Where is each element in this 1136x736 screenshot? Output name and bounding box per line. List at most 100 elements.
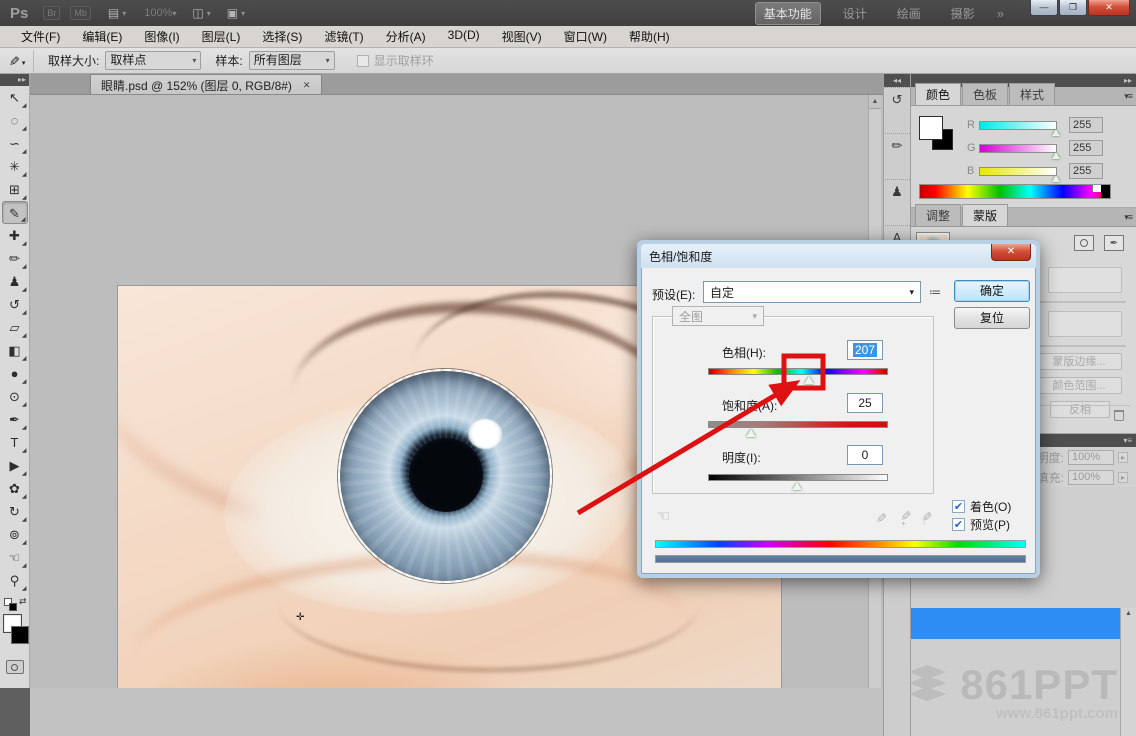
foreground-background-swatches[interactable] — [0, 614, 29, 654]
slider-marker-icon[interactable] — [1052, 128, 1060, 136]
marquee-tool[interactable]: ◌ ◢ — [2, 109, 28, 132]
blur-tool[interactable]: ● ◢ — [2, 362, 28, 385]
workspace-button-摄影[interactable]: 摄影 — [943, 3, 983, 24]
hand-tool[interactable]: ☜ ◢ — [2, 546, 28, 569]
show-sampling-ring-checkbox[interactable]: 显示取样环 — [356, 52, 434, 69]
collapse-strip-header[interactable]: ◂◂ — [884, 74, 910, 87]
default-swap-colors-control[interactable]: ⇄ — [4, 596, 29, 612]
mini-bridge-button[interactable]: Mb — [70, 6, 91, 20]
mask-panel-button[interactable]: 反相 — [1050, 401, 1110, 418]
document-tab[interactable]: 眼睛.psd @ 152% (图层 0, RGB/8#) ✕ — [90, 74, 323, 94]
rgb-gradient-slider[interactable] — [979, 120, 1060, 136]
layers-scrollbar[interactable]: ▲ — [1120, 608, 1136, 736]
dialog-title[interactable]: 色相/饱和度 — [641, 244, 1036, 268]
fill-arrow-icon[interactable]: ▸ — [1117, 471, 1128, 483]
colorize-checkbox[interactable]: ✔ 着色(O) — [952, 498, 1011, 515]
add-pixel-mask-icon[interactable] — [1074, 235, 1094, 251]
on-image-adjustment-icon[interactable]: ☜ — [656, 506, 670, 526]
color-spectrum-ramp[interactable] — [919, 184, 1111, 199]
quick-selection-tool[interactable]: ✳ ◢ — [2, 155, 28, 178]
dodge-tool[interactable]: ⊙ ◢ — [2, 385, 28, 408]
dialog-close-button[interactable]: ✕ — [991, 244, 1031, 261]
eyedropper-tool[interactable]: ✎ ◢ — [1, 201, 28, 224]
hue-slider[interactable] — [708, 368, 888, 375]
sample-eyedropper-icon[interactable]: ✎ — [872, 513, 888, 524]
hue-value-field[interactable]: 207 — [847, 340, 883, 360]
ok-button[interactable]: 确定 — [954, 280, 1030, 302]
tab-样式[interactable]: 样式 — [1009, 83, 1056, 105]
zoom-level-control[interactable]: 100% — [144, 7, 172, 19]
preview-checkbox[interactable]: ✔ 预览(P) — [952, 516, 1010, 533]
menu-item[interactable]: 文件(F) — [10, 26, 71, 47]
brush-tool[interactable]: ✏ ◢ — [2, 247, 28, 270]
gradient-tool[interactable]: ◧ ◢ — [2, 339, 28, 362]
tab-色板[interactable]: 色板 — [962, 83, 1009, 105]
scroll-up-arrow-icon[interactable]: ▲ — [869, 95, 881, 109]
tab-close-icon[interactable]: ✕ — [300, 79, 314, 92]
saturation-slider[interactable] — [708, 421, 888, 428]
rgb-value-field[interactable]: 255 — [1069, 140, 1103, 156]
menu-item[interactable]: 图层(L) — [191, 26, 252, 47]
rgb-gradient-slider[interactable] — [979, 143, 1060, 159]
type-tool[interactable]: T ◢ — [2, 431, 28, 454]
lasso-tool[interactable]: ∽ ◢ — [2, 132, 28, 155]
eraser-tool[interactable]: ▱ ◢ — [2, 316, 28, 339]
quick-mask-button[interactable] — [5, 660, 24, 674]
history-brush-tool[interactable]: ↺ ◢ — [2, 293, 28, 316]
sample-size-dropdown[interactable]: 取样点 ▾ — [105, 51, 202, 70]
mask-panel-button[interactable]: 蒙版边缘... — [1036, 353, 1122, 370]
menu-item[interactable]: 帮助(H) — [618, 26, 681, 47]
opacity-value-field[interactable]: 100% — [1067, 449, 1114, 465]
more-workspaces-chevron[interactable]: » — [997, 6, 1004, 21]
menu-item[interactable]: 编辑(E) — [71, 26, 133, 47]
menu-item[interactable]: 视图(V) — [491, 26, 553, 47]
panel-menu-icon[interactable]: ▾≡ — [1124, 91, 1133, 102]
restore-button[interactable]: ❐ — [1059, 0, 1087, 16]
lightness-value-field[interactable]: 0 — [847, 445, 883, 465]
menu-item[interactable]: 选择(S) — [251, 26, 313, 47]
lightness-slider-marker-icon[interactable] — [792, 482, 802, 490]
rgb-value-field[interactable]: 255 — [1069, 163, 1103, 179]
3d-orbit-tool[interactable]: ⊚ ◢ — [2, 523, 28, 546]
add-sample-eyedropper-icon[interactable]: ✎+ — [897, 510, 913, 526]
hue-slider-marker-icon[interactable] — [804, 376, 814, 384]
reset-button[interactable]: 复位 — [954, 307, 1030, 329]
add-vector-mask-icon[interactable]: ✒ — [1104, 235, 1124, 251]
clone-stamp-tool[interactable]: ♟ ◢ — [2, 270, 28, 293]
channel-dropdown[interactable]: 全图 ▾ — [672, 306, 764, 326]
workspace-button-基本功能[interactable]: 基本功能 — [754, 1, 821, 25]
subtract-sample-eyedropper-icon[interactable]: ✎- — [918, 511, 934, 525]
selected-layer-row[interactable] — [911, 608, 1121, 639]
tools-panel-collapse[interactable]: ▸▸ — [0, 74, 29, 86]
3d-rotate-tool[interactable]: ↻ ◢ — [2, 500, 28, 523]
saturation-slider-marker-icon[interactable] — [746, 429, 756, 437]
healing-brush-tool[interactable]: ✚ ◢ — [2, 224, 28, 247]
minimize-button[interactable]: — — [1030, 0, 1058, 16]
crop-tool[interactable]: ⊞ ◢ — [2, 178, 28, 201]
eyedropper-tool-icon[interactable]: ✎ ▾ — [0, 49, 34, 72]
panel-menu-icon[interactable]: ▾≡ — [1124, 212, 1133, 223]
menu-item[interactable]: 3D(D) — [437, 26, 491, 47]
mask-panel-button[interactable]: 颜色范围... — [1036, 377, 1122, 394]
brush-presets-panel-icon[interactable]: ✏ — [884, 133, 910, 157]
zoom-tool[interactable]: ⚲ ◢ — [2, 569, 28, 592]
workspace-button-绘画[interactable]: 绘画 — [889, 3, 929, 24]
menu-item[interactable]: 图像(I) — [133, 26, 190, 47]
menu-item[interactable]: 分析(A) — [375, 26, 437, 47]
workspace-button-设计[interactable]: 设计 — [835, 3, 875, 24]
preset-options-icon[interactable]: ≔ — [929, 285, 941, 299]
close-button[interactable]: ✕ — [1088, 0, 1130, 16]
bridge-button[interactable]: Br — [43, 6, 61, 20]
path-selection-tool[interactable]: ▶ ◢ — [2, 454, 28, 477]
sample-layers-dropdown[interactable]: 所有图层 ▾ — [248, 51, 335, 70]
slider-marker-icon[interactable] — [1052, 151, 1060, 159]
move-tool[interactable]: ↖ ◢ — [2, 86, 28, 109]
preset-dropdown[interactable]: 自定 ▾ — [703, 281, 921, 303]
slider-marker-icon[interactable] — [1052, 174, 1060, 182]
delete-mask-trash-icon[interactable] — [1114, 410, 1124, 421]
pen-tool[interactable]: ✒ ◢ — [2, 408, 28, 431]
arrange-documents-icon[interactable]: ◫ — [192, 6, 203, 20]
background-color-swatch[interactable] — [11, 626, 29, 644]
history-panel-icon[interactable]: ↺ — [884, 87, 910, 111]
opacity-arrow-icon[interactable]: ▸ — [1117, 451, 1128, 463]
